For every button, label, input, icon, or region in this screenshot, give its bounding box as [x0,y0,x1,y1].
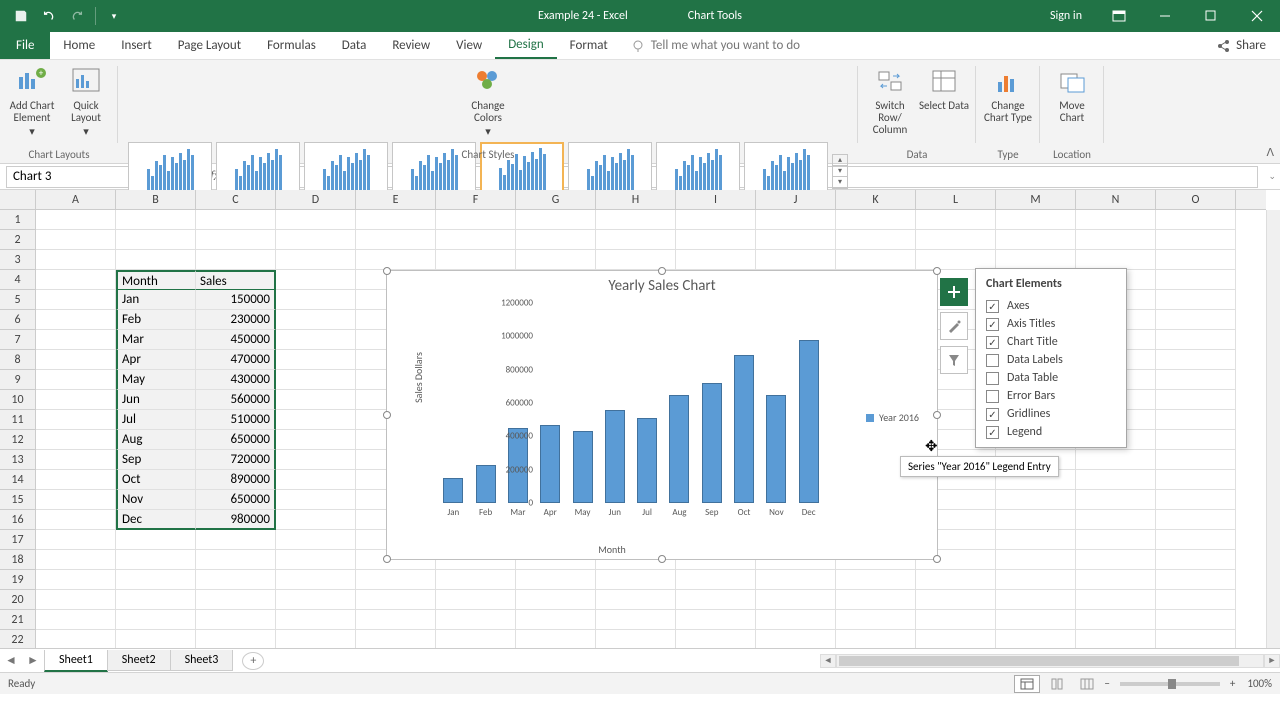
maximize-icon[interactable] [1188,0,1234,32]
page-layout-view-icon[interactable] [1044,675,1070,693]
save-icon[interactable] [8,4,34,28]
status-bar: Ready − + 100% [0,672,1280,694]
undo-icon[interactable] [36,4,62,28]
chart-bar[interactable] [540,425,560,503]
sheet-nav-next-icon[interactable]: ► [22,653,44,668]
tab-file[interactable]: File [0,32,50,59]
zoom-in-icon[interactable]: + [1230,677,1235,690]
sheet-tabs-bar: ◄ ► Sheet1Sheet2Sheet3 + ◄► [0,648,1280,672]
chart-bar[interactable] [443,478,463,503]
sheet-nav-prev-icon[interactable]: ◄ [0,653,22,668]
group-label: Type [976,148,1040,161]
ribbon-display-icon[interactable] [1096,0,1142,32]
horizontal-scrollbar[interactable]: ◄► [820,653,1280,669]
page-break-view-icon[interactable] [1074,675,1100,693]
add-sheet-button[interactable]: + [242,652,264,670]
contextual-tab-label: Chart Tools [688,9,742,23]
chart-bar[interactable] [476,465,496,503]
row-headers[interactable]: 12345678910111213141516171819202122 [0,210,36,648]
status-ready: Ready [8,677,35,690]
checkbox-icon[interactable] [986,300,999,313]
expand-formula-bar-icon[interactable]: ⌄ [1264,171,1280,182]
share-icon [1216,39,1230,53]
group-label: Data [858,148,976,161]
checkbox-icon[interactable] [986,354,999,367]
qat-customize-icon[interactable]: ▾ [101,4,127,28]
grid-area: ABCDEFGHIJKLMNO 123456789101112131415161… [0,190,1280,648]
column-headers[interactable]: ABCDEFGHIJKLMNO [36,190,1266,210]
sheet-tab[interactable]: Sheet3 [170,650,234,671]
group-label: Location [1040,148,1104,161]
chart-y-axis-label[interactable]: Sales Dollars [412,352,425,403]
chart-elements-button[interactable] [940,278,968,306]
ribbon: + Add Chart Element▾ Quick Layout▾ Chart… [0,60,1280,164]
sheet-tab[interactable]: Sheet1 [44,650,108,672]
tell-me-search[interactable]: Tell me what you want to do [631,32,800,59]
chart-element-option[interactable]: Axis Titles [976,315,1126,333]
signin-link[interactable]: Sign in [1036,9,1096,23]
change-colors-button[interactable]: Change Colors▾ [462,64,514,138]
chart-element-option[interactable]: Axes [976,297,1126,315]
redo-icon[interactable] [64,4,90,28]
chart-element-option[interactable]: Error Bars [976,387,1126,405]
chart-bar[interactable] [734,355,754,503]
sheet-tab[interactable]: Sheet2 [107,650,171,671]
svg-text:+: + [39,68,44,79]
chart-bar[interactable] [669,395,689,503]
checkbox-icon[interactable] [986,426,999,439]
zoom-slider[interactable] [1120,682,1220,686]
tab-insert[interactable]: Insert [108,32,165,59]
chart-element-option[interactable]: Data Labels [976,351,1126,369]
chart-bar[interactable] [605,410,625,503]
zoom-level[interactable]: 100% [1247,677,1272,690]
group-label: Chart Styles [118,148,858,161]
normal-view-icon[interactable] [1014,675,1040,693]
zoom-out-icon[interactable]: − [1104,677,1109,690]
tab-data[interactable]: Data [329,32,380,59]
chart-object[interactable]: Yearly Sales Chart Sales Dollars JanFebM… [386,270,938,560]
collapse-ribbon-icon[interactable]: ᐱ [1266,146,1274,159]
flyout-title: Chart Elements [976,275,1126,297]
checkbox-icon[interactable] [986,390,999,403]
document-title: Example 24 - Excel [538,9,628,23]
chart-element-option[interactable]: Gridlines [976,405,1126,423]
chart-bar[interactable] [573,431,593,503]
chart-bar[interactable] [702,383,722,503]
title-bar: ▾ Example 24 - Excel Chart Tools Sign in [0,0,1280,32]
chart-element-option[interactable]: Data Table [976,369,1126,387]
chart-element-option[interactable]: Chart Title [976,333,1126,351]
select-all-corner[interactable] [0,190,36,210]
tab-design[interactable]: Design [495,32,556,59]
chart-styles-button[interactable] [940,312,968,340]
tab-format[interactable]: Format [557,32,621,59]
checkbox-icon[interactable] [986,318,999,331]
group-label: Chart Layouts [0,148,118,161]
checkbox-icon[interactable] [986,408,999,421]
minimize-icon[interactable] [1142,0,1188,32]
lightbulb-icon [631,39,645,53]
chart-bar[interactable] [799,340,819,503]
checkbox-icon[interactable] [986,336,999,349]
tab-view[interactable]: View [443,32,495,59]
tab-review[interactable]: Review [379,32,443,59]
chart-plot-area[interactable]: JanFebMarAprMayJunJulAugSepOctNovDec [431,303,831,503]
chart-element-option[interactable]: Legend [976,423,1126,441]
vertical-scrollbar[interactable] [1266,210,1280,648]
share-button[interactable]: Share [1202,32,1280,59]
tooltip: Series "Year 2016" Legend Entry [900,456,1059,477]
chart-bar[interactable] [637,418,657,503]
chart-legend[interactable]: Year 2016 [866,411,919,424]
chart-bar[interactable] [766,395,786,503]
tab-home[interactable]: Home [50,32,108,59]
tab-page-layout[interactable]: Page Layout [165,32,254,59]
chart-elements-flyout: Chart Elements AxesAxis TitlesChart Titl… [975,268,1127,448]
tab-formulas[interactable]: Formulas [254,32,329,59]
ribbon-tabs: File HomeInsertPage LayoutFormulasDataRe… [0,32,1280,60]
close-icon[interactable] [1234,0,1280,32]
chart-filters-button[interactable] [940,346,968,374]
checkbox-icon[interactable] [986,372,999,385]
chart-x-axis-label[interactable]: Month [387,543,837,556]
